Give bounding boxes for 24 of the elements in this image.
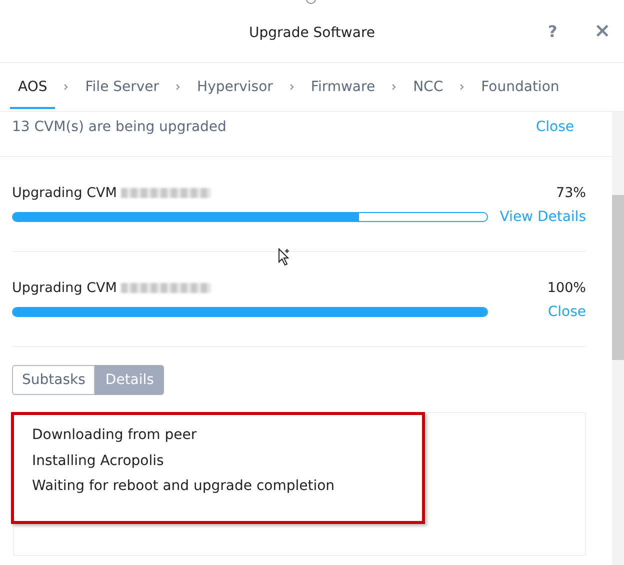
chevron-icon bbox=[64, 84, 68, 90]
upgrade-summary: 13 CVM(s) are being upgraded bbox=[12, 119, 226, 135]
task-name: Upgrading CVM bbox=[12, 280, 117, 296]
chevron-icon bbox=[290, 84, 294, 90]
scrollbar[interactable] bbox=[612, 112, 624, 565]
chevron-icon bbox=[176, 84, 180, 90]
dialog-title: Upgrade Software bbox=[248, 25, 376, 41]
task-name: Upgrading CVM bbox=[12, 185, 117, 201]
tab[interactable]: AOS bbox=[10, 65, 56, 109]
tab[interactable]: NCC bbox=[405, 65, 452, 109]
help-button[interactable]: ? bbox=[546, 22, 560, 41]
tab[interactable]: Hypervisor bbox=[189, 65, 281, 109]
chevron-icon bbox=[460, 84, 464, 90]
tab[interactable]: Foundation bbox=[473, 65, 568, 109]
close-button[interactable]: × bbox=[592, 18, 613, 42]
tab[interactable]: File Server bbox=[77, 65, 168, 109]
detail-line: Installing Acropolis bbox=[32, 452, 165, 470]
task-percent: 73% bbox=[556, 185, 586, 201]
task-percent: 100% bbox=[547, 280, 586, 296]
detail-line: Waiting for reboot and upgrade completion bbox=[32, 477, 336, 496]
detail-line: Downloading from peer bbox=[32, 426, 198, 445]
tab[interactable]: Firmware bbox=[302, 65, 384, 109]
chevron-icon bbox=[392, 84, 396, 90]
toggle-button[interactable]: Subtasks bbox=[12, 365, 96, 395]
